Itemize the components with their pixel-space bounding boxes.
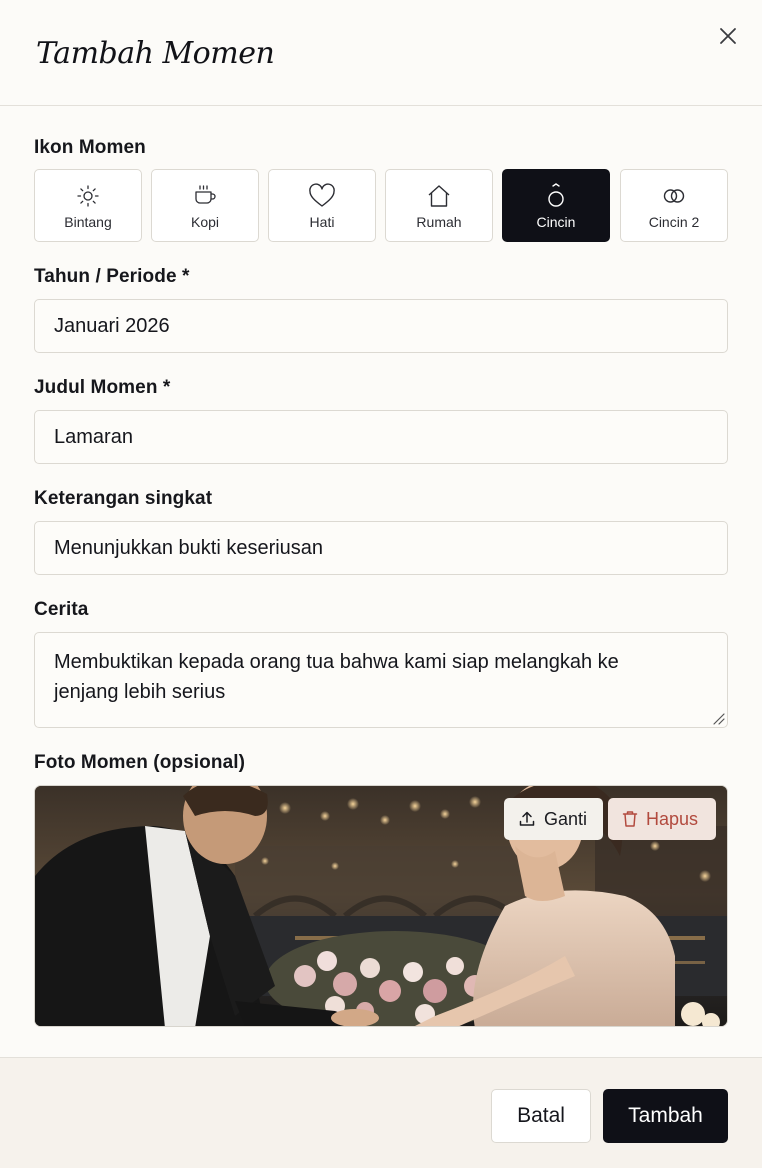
year-input[interactable]: Januari 2026: [34, 299, 728, 353]
ring-icon: [548, 183, 564, 207]
icon-option-cincin[interactable]: Cincin: [502, 169, 610, 242]
short-description-label: Keterangan singkat: [34, 488, 213, 509]
dialog-title: Tambah Momen: [36, 36, 275, 71]
icon-option-hati[interactable]: Hati: [268, 169, 376, 242]
dialog-footer: Batal Tambah: [0, 1057, 762, 1168]
add-moment-dialog: Tambah Momen Ikon Momen Bintang Kopi Hat…: [0, 0, 762, 1168]
dialog-header: Tambah Momen: [0, 0, 762, 106]
icon-option-label: Kopi: [190, 214, 220, 230]
story-textarea[interactable]: Membuktikan kepada orang tua bahwa kami …: [34, 632, 728, 728]
moment-title-label: Judul Momen *: [34, 377, 171, 398]
cancel-button[interactable]: Batal: [491, 1089, 591, 1143]
house-icon: [428, 185, 450, 207]
close-icon: [720, 28, 736, 44]
delete-photo-button[interactable]: Hapus: [608, 798, 716, 840]
year-label: Tahun / Periode *: [34, 266, 190, 287]
icon-option-kopi[interactable]: Kopi: [151, 169, 259, 242]
icon-picker-label: Ikon Momen: [34, 137, 146, 158]
icon-option-label: Cincin 2: [648, 214, 700, 230]
moment-photo: Ganti Hapus: [34, 785, 728, 1027]
icon-option-rumah[interactable]: Rumah: [385, 169, 493, 242]
story-label: Cerita: [34, 599, 89, 620]
short-description-input[interactable]: Menunjukkan bukti keseriusan: [34, 521, 728, 575]
trash-icon: [622, 811, 638, 827]
photo-label: Foto Momen (opsional): [34, 752, 246, 773]
icon-option-label: Bintang: [64, 214, 112, 230]
icon-option-label: Hati: [309, 214, 335, 230]
icon-picker: Bintang Kopi Hati Rumah Cincin Cincin 2: [34, 169, 728, 242]
story-text: Membuktikan kepada orang tua bahwa kami …: [54, 651, 619, 703]
icon-option-label: Cincin: [536, 214, 576, 230]
submit-button[interactable]: Tambah: [603, 1089, 728, 1143]
coffee-cup-icon: [195, 185, 216, 204]
sun-icon: [77, 185, 99, 207]
replace-photo-button[interactable]: Ganti: [504, 798, 603, 840]
icon-option-bintang[interactable]: Bintang: [34, 169, 142, 242]
moment-title-input[interactable]: Lamaran: [34, 410, 728, 464]
icon-option-label: Rumah: [416, 214, 462, 230]
upload-icon: [519, 811, 535, 826]
icon-option-cincin-2[interactable]: Cincin 2: [620, 169, 728, 242]
heart-icon: [309, 183, 335, 207]
close-button[interactable]: [712, 20, 744, 52]
double-rings-icon: [663, 189, 685, 203]
resize-handle-icon[interactable]: [711, 711, 725, 725]
replace-photo-label: Ganti: [544, 808, 588, 829]
delete-photo-label: Hapus: [646, 808, 699, 829]
